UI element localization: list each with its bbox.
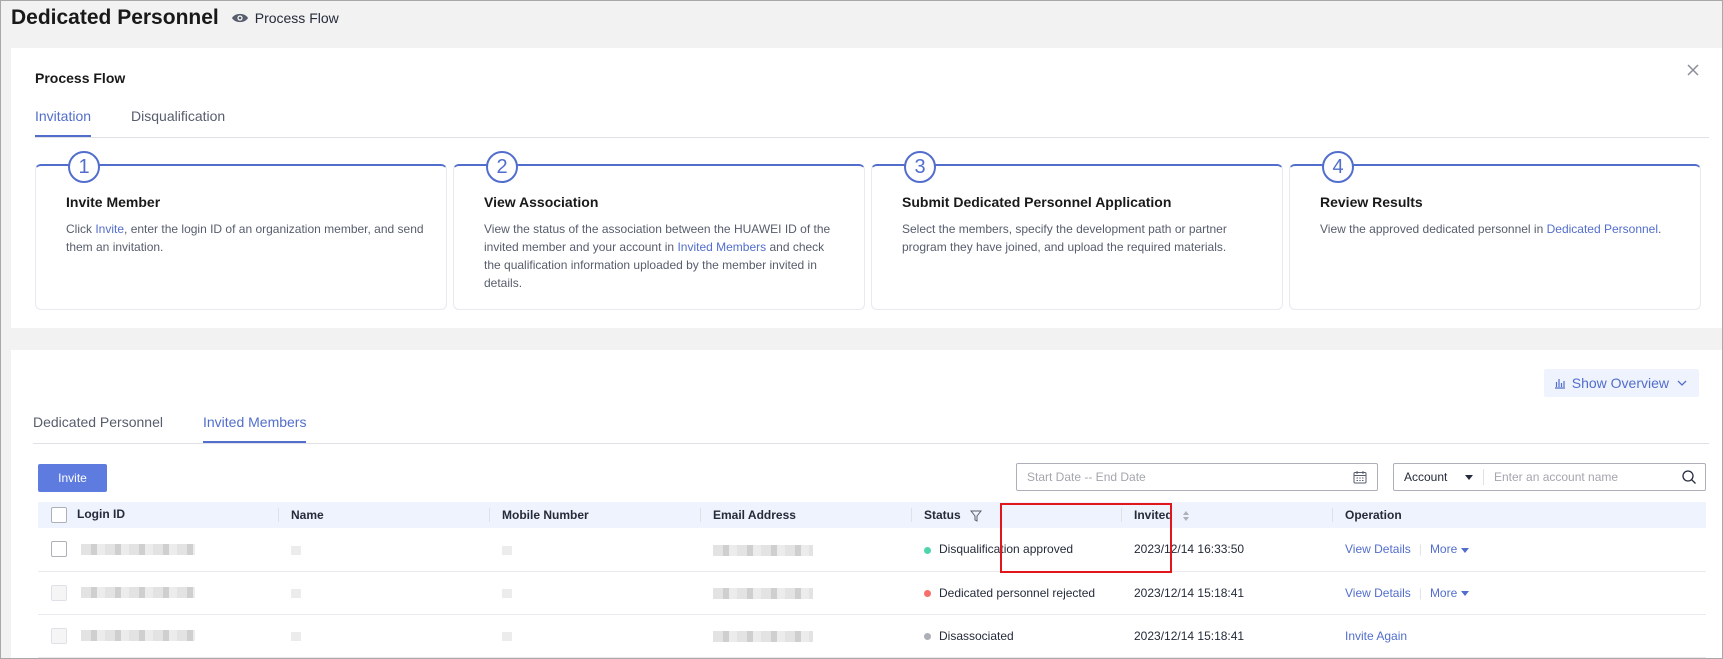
step-number: 3 <box>904 151 936 183</box>
invited-members-table: Login ID Name Mobile Number Email Addres… <box>38 502 1706 658</box>
redacted-mobile <box>502 588 512 598</box>
step-description: View the approved dedicated personnel in… <box>1320 222 1662 236</box>
step-card: 4 Review Results View the approved dedic… <box>1289 151 1701 310</box>
account-select[interactable]: Account <box>1394 469 1484 485</box>
redacted-mobile <box>502 631 512 641</box>
redacted-login-id <box>81 543 195 555</box>
date-range-picker[interactable]: Start Date -- End Date <box>1016 463 1378 491</box>
invite-button[interactable]: Invite <box>38 464 107 492</box>
row-checkbox[interactable] <box>51 541 67 558</box>
member-tabs: Dedicated Personnel Invited Members <box>33 406 1709 444</box>
step-description: Click Invite, enter the login ID of an o… <box>66 222 424 254</box>
close-icon[interactable] <box>1685 62 1701 78</box>
redacted-mobile <box>502 545 512 555</box>
caret-down-icon <box>1460 590 1469 596</box>
table-row: Dedicated personnel rejected 2023/12/14 … <box>38 571 1706 614</box>
table-row: Disassociated 2023/12/14 15:18:41 Invite… <box>38 614 1706 657</box>
step-card: 2 View Association View the status of th… <box>453 151 865 310</box>
row-checkbox[interactable] <box>51 627 67 644</box>
select-all-checkbox[interactable] <box>51 507 67 523</box>
process-steps: 1 Invite Member Click Invite, enter the … <box>35 151 1701 310</box>
status-text: Dedicated personnel rejected <box>939 585 1096 600</box>
row-checkbox[interactable] <box>51 584 67 601</box>
redacted-name <box>291 631 301 641</box>
invited-time: 2023/12/14 16:33:50 <box>1134 542 1245 557</box>
chevron-down-icon <box>1677 380 1687 386</box>
tab-invited-members[interactable]: Invited Members <box>202 412 307 443</box>
tab-disqualification[interactable]: Disqualification <box>131 106 225 137</box>
table-row: Disqualification approved 2023/12/14 16:… <box>38 528 1706 571</box>
invited-time: 2023/12/14 15:18:41 <box>1134 585 1245 600</box>
redacted-login-id <box>81 630 195 641</box>
page-header: Dedicated Personnel Process Flow <box>11 6 339 30</box>
more-dropdown[interactable]: More <box>1430 542 1469 556</box>
step-card: 3 Submit Dedicated Personnel Application… <box>871 151 1283 310</box>
view-details-link[interactable]: View Details <box>1345 542 1411 556</box>
step-description: View the status of the association betwe… <box>484 222 831 290</box>
tab-invitation[interactable]: Invitation <box>35 106 92 137</box>
status-dot <box>924 546 931 554</box>
eye-icon[interactable] <box>231 12 249 24</box>
dedicated-personnel-link[interactable]: Dedicated Personnel <box>1547 222 1658 236</box>
chart-icon <box>1554 379 1565 389</box>
more-dropdown[interactable]: More <box>1430 586 1469 600</box>
calendar-icon[interactable] <box>1353 470 1367 484</box>
invite-again-link[interactable]: Invite Again <box>1345 629 1407 643</box>
step-number: 1 <box>68 151 100 183</box>
view-details-link[interactable]: View Details <box>1345 586 1411 600</box>
search-icon[interactable] <box>1681 469 1697 485</box>
step-title: View Association <box>484 194 599 210</box>
step-title: Submit Dedicated Personnel Application <box>902 194 1172 210</box>
account-search: Account Enter an account name <box>1393 463 1706 491</box>
column-mobile: Mobile Number <box>489 502 700 528</box>
redacted-name <box>291 588 301 598</box>
date-range-placeholder: Start Date -- End Date <box>1027 470 1146 484</box>
caret-down-icon <box>1465 474 1473 480</box>
process-flow-panel: Process Flow Invitation Disqualification… <box>11 48 1723 328</box>
status-text: Disqualification approved <box>939 542 1074 557</box>
sort-icon[interactable] <box>1182 510 1190 522</box>
step-number: 2 <box>486 151 518 183</box>
redacted-email <box>713 587 813 599</box>
redacted-email <box>713 544 813 556</box>
column-name: Name <box>278 502 489 528</box>
page-title: Dedicated Personnel <box>11 6 219 29</box>
invite-link[interactable]: Invite <box>95 222 124 236</box>
column-login-id: Login ID <box>38 502 278 528</box>
table-header: Login ID Name Mobile Number Email Addres… <box>38 502 1706 528</box>
step-title: Review Results <box>1320 194 1423 210</box>
step-title: Invite Member <box>66 194 161 210</box>
column-email: Email Address <box>700 502 911 528</box>
account-select-value: Account <box>1404 470 1448 484</box>
redacted-name <box>291 545 301 555</box>
process-flow-tabs: Invitation Disqualification <box>35 100 1709 138</box>
status-text: Disassociated <box>939 628 1014 643</box>
caret-down-icon <box>1460 547 1469 553</box>
column-operation: Operation <box>1332 502 1706 528</box>
account-search-input[interactable]: Enter an account name <box>1484 470 1681 484</box>
invited-time: 2023/12/14 15:18:41 <box>1134 628 1245 643</box>
tab-dedicated-personnel[interactable]: Dedicated Personnel <box>33 412 163 443</box>
step-description: Select the members, specify the developm… <box>902 222 1227 254</box>
step-number: 4 <box>1322 151 1354 183</box>
show-overview-label: Show Overview <box>1571 375 1669 391</box>
invited-members-link[interactable]: Invited Members <box>677 240 766 254</box>
column-invited: Invited <box>1121 502 1332 528</box>
redacted-login-id <box>81 587 195 598</box>
status-dot <box>924 632 931 640</box>
step-card: 1 Invite Member Click Invite, enter the … <box>35 151 447 310</box>
process-flow-link[interactable]: Process Flow <box>255 10 339 26</box>
process-flow-title: Process Flow <box>35 70 126 86</box>
filter-icon[interactable] <box>970 510 983 522</box>
column-status: Status <box>911 502 1121 528</box>
show-overview-button[interactable]: Show Overview <box>1543 369 1699 397</box>
redacted-email <box>713 630 813 642</box>
status-dot <box>924 589 931 597</box>
